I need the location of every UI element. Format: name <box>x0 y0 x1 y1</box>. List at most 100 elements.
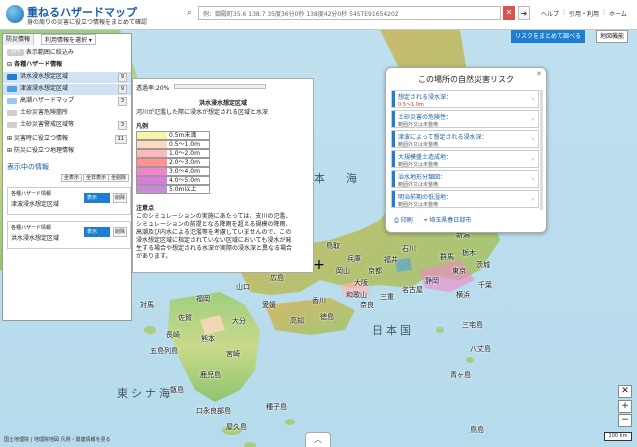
layer-item-storm-surge[interactable]: 高潮ハザードマップ 3 <box>3 96 131 107</box>
layer-count: 9 <box>117 73 127 82</box>
card-delete-button[interactable]: 削除 <box>113 227 127 237</box>
home-link[interactable]: ホーム <box>609 9 627 18</box>
map-tools-button[interactable]: 地図機能 <box>596 30 629 43</box>
layer-item-landslide[interactable]: 土砂災害危険箇所 <box>3 108 131 119</box>
risk-item-marker <box>392 151 395 167</box>
place-label: 名古屋 <box>402 286 423 294</box>
citation-link[interactable]: 引用・利用 <box>569 9 599 18</box>
section-hazard[interactable]: ⊟ 各種ハザード情報 <box>3 60 131 70</box>
search-input[interactable] <box>198 6 501 20</box>
zoom-out-button[interactable]: − <box>618 414 632 427</box>
shown-info-title: 表示中の情報 <box>7 163 49 171</box>
risk-item-landslide[interactable]: 土砂災害の危険性： 範囲外又は未整備 › <box>391 110 539 128</box>
place-label: 徳島 <box>320 313 334 321</box>
risk-summary-button[interactable]: リスクをまとめて調べる <box>511 30 586 43</box>
place-label: 千葉 <box>478 281 492 289</box>
app-subtitle: 身の周りの災害に役立つ情報をまとめて確認 <box>27 19 148 26</box>
place-label: 鹿児島 <box>200 371 221 379</box>
risk-item-marker <box>392 191 395 207</box>
zoom-in-button[interactable]: + <box>618 400 632 413</box>
legend-row: 4.0〜5.0m <box>136 176 210 185</box>
close-panel-icon[interactable]: ✕ <box>618 385 632 398</box>
place-label: 鳥島 <box>470 426 484 434</box>
expand-icon: ⊞ <box>7 135 14 142</box>
area-filter-label: 表示範囲に絞込み <box>25 49 74 56</box>
layer-count: 9 <box>117 85 127 94</box>
layer-count: 3 <box>117 121 127 130</box>
chevron-right-icon: › <box>531 136 534 143</box>
transparency-label: 透過率:20% <box>136 85 170 92</box>
storm-surge-layer-icon <box>7 97 17 104</box>
risk-scrollbar[interactable] <box>540 90 543 210</box>
legend-swatch <box>137 150 167 157</box>
card-category: 各種ハザード情報 <box>11 225 52 231</box>
place-label: 岡山 <box>336 267 350 275</box>
layer-item-flood[interactable]: 洪水浸水想定区域 9 <box>3 72 131 83</box>
header-separator: | <box>603 9 606 16</box>
place-label: 口永良部島 <box>196 407 231 415</box>
app-logo-icon[interactable] <box>6 5 24 23</box>
card-delete-button[interactable]: 削除 <box>113 193 127 203</box>
place-label: 三宅島 <box>462 321 483 329</box>
legend-subtitle: 凡例 <box>136 123 149 130</box>
place-label: 宮崎 <box>226 350 240 358</box>
place-label: 福井 <box>384 256 398 264</box>
risk-item-marker <box>392 131 395 147</box>
clear-search-icon[interactable]: ✕ <box>503 6 515 20</box>
risk-item-flood-depth[interactable]: 想定される浸水深： 0.5〜1.0m › <box>391 90 539 108</box>
chevron-right-icon: › <box>531 176 534 183</box>
place-label: 群馬 <box>440 253 454 261</box>
legend-popup: 透過率:20% 洪水浸水想定区域 河川が氾濫した際に浸水が想定される区域と水深 … <box>132 78 314 273</box>
place-label: 山口 <box>236 283 250 291</box>
place-label: 栃木 <box>462 249 476 257</box>
risk-item-lowland[interactable]: 明治前期の低湿地： 範囲外又は未整備 › <box>391 190 539 208</box>
shown-layer-card[interactable]: 各種ハザード情報 洪水浸水想定区域 表示 削除 <box>7 221 131 249</box>
layer-item-sediment-warning[interactable]: 土砂災害警戒区域等 3 <box>3 120 131 131</box>
delete-all-button[interactable]: 全削除 <box>108 174 130 182</box>
print-link[interactable]: ⎙ 印刷 <box>394 215 413 225</box>
shown-layer-card[interactable]: 各種ハザード情報 津波浸水想定区域 表示 削除 <box>7 187 131 215</box>
card-category: 各種ハザード情報 <box>11 191 52 197</box>
legend-swatch <box>137 141 167 148</box>
tab-select-info[interactable]: 利用情報を選択 ▾ <box>41 34 96 45</box>
section-disaster-useful[interactable]: ⊞ 災害時に役立つ情報 11 <box>3 134 131 144</box>
tab-disaster-info[interactable]: 防災情報 <box>3 34 35 45</box>
card-visibility-toggle[interactable]: 表示 <box>84 227 110 237</box>
transparency-slider[interactable] <box>174 84 266 89</box>
expand-icon: ⊞ <box>7 147 14 154</box>
place-label: 香川 <box>312 297 326 305</box>
tsunami-layer-icon <box>7 85 17 92</box>
card-layer-name: 津波浸水想定区域 <box>11 201 60 208</box>
hide-all-button[interactable]: 全非表示 <box>83 174 110 182</box>
place-label: 八丈島 <box>470 345 491 353</box>
map-credit[interactable]: 国土地理院 | 地理院地図 凡例・関連情報を見る <box>4 436 110 443</box>
help-link[interactable]: ヘルプ <box>541 9 559 18</box>
layer-item-tsunami[interactable]: 津波浸水想定区域 9 <box>3 84 131 95</box>
risk-item-marker <box>392 111 395 127</box>
search-icon: ⌕ <box>187 8 193 18</box>
risk-item-tsunami[interactable]: 津波によって想定される浸水深： 範囲外又は未整備 › <box>391 130 539 148</box>
country-label: 日本国 <box>372 324 414 337</box>
place-label: 熊本 <box>201 335 215 343</box>
show-all-button[interactable]: 全表示 <box>61 174 83 182</box>
place-label: 五島列島 <box>150 347 178 355</box>
legend-row: 0.5〜1.0m <box>136 140 210 149</box>
chevron-right-icon: › <box>531 156 534 163</box>
place-label: 佐賀 <box>178 314 192 322</box>
section-geo-info[interactable]: ⊞ 防災に役立つ地理情報 <box>3 146 131 156</box>
chevron-right-icon: › <box>531 196 534 203</box>
address-link[interactable]: ⌖ 埼玉県春日部市 <box>424 215 471 225</box>
legend-swatch <box>137 177 167 184</box>
sea-label: 海 <box>346 172 360 185</box>
place-label: 広島 <box>270 274 284 282</box>
chevron-up-icon[interactable]: ︿ <box>305 432 331 447</box>
place-label: 甑島 <box>170 386 184 394</box>
search-go-icon[interactable]: ➜ <box>518 6 530 20</box>
card-visibility-toggle[interactable]: 表示 <box>84 193 110 203</box>
area-filter-toggle[interactable]: OFF <box>7 49 24 56</box>
center-crosshair-icon: + <box>313 257 325 273</box>
flood-layer-icon <box>7 73 17 80</box>
risk-item-embankment[interactable]: 大規模盛土造成地： 範囲外又は未整備 › <box>391 150 539 168</box>
place-label: 茨城 <box>476 261 490 269</box>
risk-item-landform[interactable]: 治水地形分類図： 範囲外又は未整備 › <box>391 170 539 188</box>
